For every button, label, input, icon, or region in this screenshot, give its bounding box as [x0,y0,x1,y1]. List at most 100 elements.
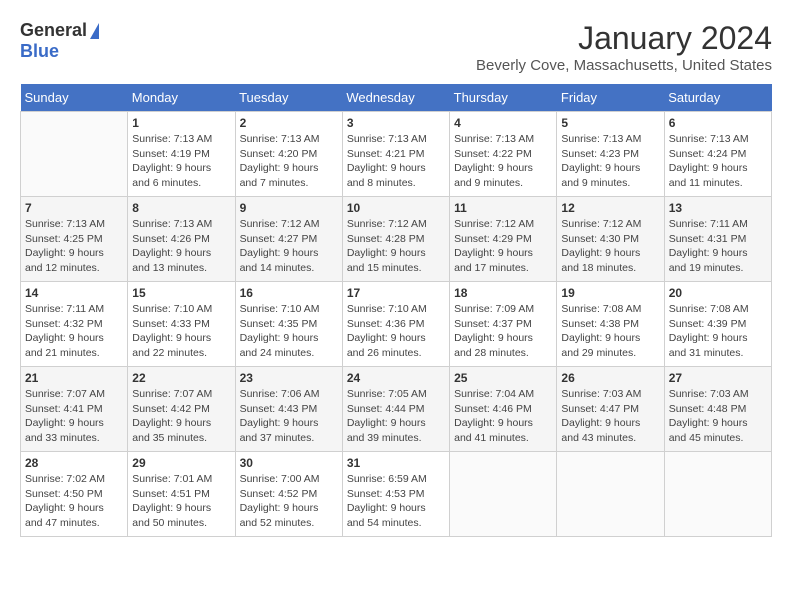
calendar-table: SundayMondayTuesdayWednesdayThursdayFrid… [20,84,772,537]
day-info: Sunrise: 7:02 AMSunset: 4:50 PMDaylight:… [25,472,123,531]
col-header-thursday: Thursday [450,84,557,112]
day-info: Sunrise: 7:12 AMSunset: 4:29 PMDaylight:… [454,217,552,276]
day-info: Sunrise: 7:12 AMSunset: 4:30 PMDaylight:… [561,217,659,276]
day-number: 29 [132,456,230,470]
day-info: Sunrise: 7:03 AMSunset: 4:48 PMDaylight:… [669,387,767,446]
title-block: January 2024 Beverly Cove, Massachusetts… [476,20,772,74]
day-info: Sunrise: 7:11 AMSunset: 4:31 PMDaylight:… [669,217,767,276]
day-info: Sunrise: 7:06 AMSunset: 4:43 PMDaylight:… [240,387,338,446]
calendar-cell: 25 Sunrise: 7:04 AMSunset: 4:46 PMDayligh… [450,367,557,452]
calendar-cell [450,452,557,537]
logo-general: General [20,20,87,41]
calendar-cell: 28 Sunrise: 7:02 AMSunset: 4:50 PMDayligh… [21,452,128,537]
day-info: Sunrise: 7:07 AMSunset: 4:42 PMDaylight:… [132,387,230,446]
day-number: 30 [240,456,338,470]
day-number: 31 [347,456,445,470]
day-number: 18 [454,286,552,300]
day-info: Sunrise: 7:07 AMSunset: 4:41 PMDaylight:… [25,387,123,446]
day-number: 5 [561,116,659,130]
week-row-3: 14 Sunrise: 7:11 AMSunset: 4:32 PMDayligh… [21,282,772,367]
day-info: Sunrise: 7:12 AMSunset: 4:28 PMDaylight:… [347,217,445,276]
col-header-tuesday: Tuesday [235,84,342,112]
day-number: 27 [669,371,767,385]
day-number: 2 [240,116,338,130]
day-info: Sunrise: 7:13 AMSunset: 4:24 PMDaylight:… [669,132,767,191]
page-header: General Blue January 2024 Beverly Cove, … [20,20,772,74]
calendar-cell: 15 Sunrise: 7:10 AMSunset: 4:33 PMDayligh… [128,282,235,367]
calendar-cell: 9 Sunrise: 7:12 AMSunset: 4:27 PMDaylight… [235,197,342,282]
calendar-cell: 13 Sunrise: 7:11 AMSunset: 4:31 PMDayligh… [664,197,771,282]
day-info: Sunrise: 7:01 AMSunset: 4:51 PMDaylight:… [132,472,230,531]
day-number: 17 [347,286,445,300]
day-number: 25 [454,371,552,385]
calendar-cell: 4 Sunrise: 7:13 AMSunset: 4:22 PMDaylight… [450,112,557,197]
day-info: Sunrise: 7:13 AMSunset: 4:25 PMDaylight:… [25,217,123,276]
col-header-saturday: Saturday [664,84,771,112]
day-number: 12 [561,201,659,215]
col-header-sunday: Sunday [21,84,128,112]
calendar-cell: 23 Sunrise: 7:06 AMSunset: 4:43 PMDayligh… [235,367,342,452]
day-number: 15 [132,286,230,300]
day-number: 26 [561,371,659,385]
day-number: 3 [347,116,445,130]
day-number: 8 [132,201,230,215]
calendar-cell: 29 Sunrise: 7:01 AMSunset: 4:51 PMDayligh… [128,452,235,537]
day-number: 23 [240,371,338,385]
day-info: Sunrise: 7:04 AMSunset: 4:46 PMDaylight:… [454,387,552,446]
calendar-cell [21,112,128,197]
calendar-cell: 24Sunrise: 7:05 AMSunset: 4:44 PMDayligh… [342,367,449,452]
day-number: 10 [347,201,445,215]
logo-blue: Blue [20,41,59,61]
col-header-monday: Monday [128,84,235,112]
calendar-cell: 17 Sunrise: 7:10 AMSunset: 4:36 PMDayligh… [342,282,449,367]
week-row-4: 21 Sunrise: 7:07 AMSunset: 4:41 PMDayligh… [21,367,772,452]
calendar-cell: 2Sunrise: 7:13 AMSunset: 4:20 PMDaylight… [235,112,342,197]
day-info: Sunrise: 7:08 AMSunset: 4:38 PMDaylight:… [561,302,659,361]
col-header-wednesday: Wednesday [342,84,449,112]
day-info: Sunrise: 7:08 AMSunset: 4:39 PMDaylight:… [669,302,767,361]
calendar-cell [664,452,771,537]
calendar-cell: 30Sunrise: 7:00 AMSunset: 4:52 PMDayligh… [235,452,342,537]
calendar-cell: 3 Sunrise: 7:13 AMSunset: 4:21 PMDaylight… [342,112,449,197]
day-number: 28 [25,456,123,470]
day-info: Sunrise: 7:09 AMSunset: 4:37 PMDaylight:… [454,302,552,361]
day-number: 7 [25,201,123,215]
day-info: Sunrise: 7:11 AMSunset: 4:32 PMDaylight:… [25,302,123,361]
calendar-cell: 22 Sunrise: 7:07 AMSunset: 4:42 PMDayligh… [128,367,235,452]
calendar-cell: 5 Sunrise: 7:13 AMSunset: 4:23 PMDaylight… [557,112,664,197]
day-number: 21 [25,371,123,385]
day-number: 11 [454,201,552,215]
day-info: Sunrise: 7:13 AMSunset: 4:19 PMDaylight:… [132,132,230,191]
day-info: Sunrise: 7:13 AMSunset: 4:22 PMDaylight:… [454,132,552,191]
calendar-cell: 8 Sunrise: 7:13 AMSunset: 4:26 PMDaylight… [128,197,235,282]
calendar-cell: 10 Sunrise: 7:12 AMSunset: 4:28 PMDayligh… [342,197,449,282]
day-number: 20 [669,286,767,300]
day-number: 14 [25,286,123,300]
calendar-cell: 16Sunrise: 7:10 AMSunset: 4:35 PMDayligh… [235,282,342,367]
day-number: 1 [132,116,230,130]
day-info: Sunrise: 7:13 AMSunset: 4:26 PMDaylight:… [132,217,230,276]
day-info: Sunrise: 7:12 AMSunset: 4:27 PMDaylight:… [240,217,338,276]
header-row: SundayMondayTuesdayWednesdayThursdayFrid… [21,84,772,112]
calendar-cell: 14 Sunrise: 7:11 AMSunset: 4:32 PMDayligh… [21,282,128,367]
day-info: Sunrise: 7:13 AMSunset: 4:23 PMDaylight:… [561,132,659,191]
calendar-cell: 7 Sunrise: 7:13 AMSunset: 4:25 PMDaylight… [21,197,128,282]
day-number: 6 [669,116,767,130]
logo: General Blue [20,20,99,62]
week-row-1: 1 Sunrise: 7:13 AMSunset: 4:19 PMDaylight… [21,112,772,197]
day-number: 9 [240,201,338,215]
calendar-cell: 11 Sunrise: 7:12 AMSunset: 4:29 PMDayligh… [450,197,557,282]
day-info: Sunrise: 7:13 AMSunset: 4:21 PMDaylight:… [347,132,445,191]
day-number: 24 [347,371,445,385]
calendar-cell: 26Sunrise: 7:03 AMSunset: 4:47 PMDayligh… [557,367,664,452]
day-number: 4 [454,116,552,130]
day-info: Sunrise: 7:10 AMSunset: 4:33 PMDaylight:… [132,302,230,361]
calendar-cell: 12 Sunrise: 7:12 AMSunset: 4:30 PMDayligh… [557,197,664,282]
day-number: 13 [669,201,767,215]
calendar-cell: 6 Sunrise: 7:13 AMSunset: 4:24 PMDaylight… [664,112,771,197]
calendar-cell: 20 Sunrise: 7:08 AMSunset: 4:39 PMDayligh… [664,282,771,367]
day-info: Sunrise: 7:10 AMSunset: 4:36 PMDaylight:… [347,302,445,361]
calendar-cell: 18 Sunrise: 7:09 AMSunset: 4:37 PMDayligh… [450,282,557,367]
day-number: 22 [132,371,230,385]
day-number: 16 [240,286,338,300]
